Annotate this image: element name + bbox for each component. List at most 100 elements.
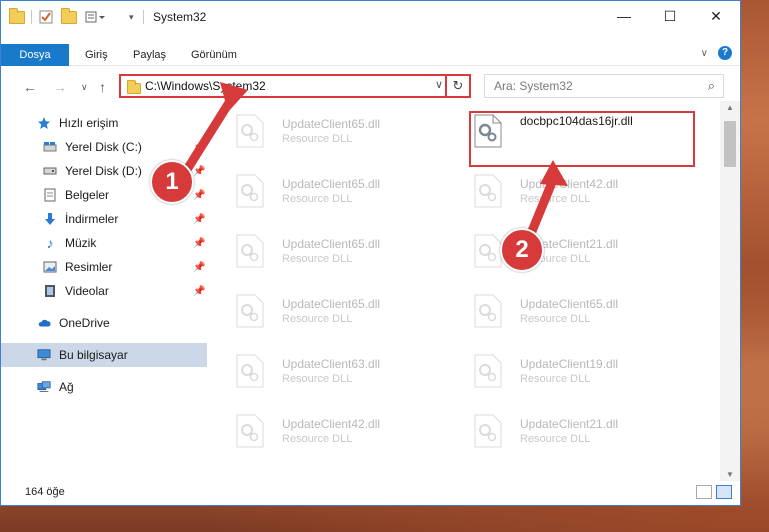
file-description: Resource DLL [520,373,591,385]
help-icon[interactable]: ? [718,46,732,60]
nav-item-label: İndirmeler [65,212,119,226]
file-name: UpdateClient65.dll [282,177,381,191]
dll-file-icon [236,114,264,148]
recent-locations-chevron-icon[interactable]: ∨ [81,82,88,93]
scroll-down-icon[interactable]: ▼ [720,470,740,479]
nav-item-label: Yerel Disk (D:) [65,164,142,178]
status-bar: 164 öğe [1,481,740,505]
nav-item-videos[interactable]: Videolar 📌 [1,279,207,303]
step-1-badge: 1 [150,160,194,204]
nav-network[interactable]: Ağ [1,375,207,399]
file-item[interactable]: UpdateClient65.dll Resource DLL [211,161,431,217]
download-arrow-icon [43,212,57,226]
large-icons-view-icon[interactable] [716,485,732,499]
explorer-window: ▾ System32 — ☐ ✕ Dosya Giriş Paylaş Görü… [0,0,741,506]
address-folder-icon [127,80,141,94]
search-input[interactable]: Ara: System32 ⌕ [484,74,724,98]
nav-item-label: Belgeler [65,188,110,202]
maximize-button[interactable]: ☐ [647,1,693,31]
address-path: C:\Windows\System32 [145,79,266,93]
file-item[interactable]: UpdateClient65.dll Resource DLL [211,281,431,337]
file-description: Resource DLL [282,313,353,325]
back-arrow-icon[interactable]: ← [23,79,37,95]
file-item[interactable]: UpdateClient21.dll Resource DLL [449,401,669,457]
nav-onedrive-label: OneDrive [59,316,110,330]
file-description: Resource DLL [282,433,353,445]
drive-icon [43,140,57,154]
file-name: UpdateClient19.dll [520,357,619,371]
nav-network-label: Ağ [59,380,74,394]
pin-icon[interactable]: 📌 [193,238,205,249]
dll-file-icon [236,234,264,268]
forward-arrow-icon[interactable]: → [53,79,67,95]
nav-item-label: Resimler [65,260,113,274]
pin-icon[interactable]: 📌 [193,166,205,177]
dll-file-icon [474,354,502,388]
nav-this-pc[interactable]: Bu bilgisayar [1,343,207,367]
dll-file-icon [236,174,264,208]
address-dropdown-icon[interactable]: ∨ [435,78,443,91]
music-note-icon: ♪ [46,235,54,251]
ribbon-expand-chevron-icon[interactable]: ∨ [701,48,708,59]
documents-icon [43,188,57,202]
file-name: UpdateClient63.dll [282,357,381,371]
scrollbar-thumb[interactable] [724,121,736,167]
file-item[interactable]: UpdateClient65.dll Resource DLL [211,101,431,157]
file-item[interactable]: UpdateClient42.dll Resource DLL [211,401,431,457]
pin-icon[interactable]: 📌 [193,286,205,297]
properties-check-icon[interactable] [39,9,53,25]
file-description: Resource DLL [520,313,591,325]
file-name: UpdateClient65.dll [282,297,381,311]
search-icon: ⌕ [707,78,715,93]
pictures-icon [43,260,57,274]
nav-item-downloads[interactable]: İndirmeler 📌 [1,207,207,231]
film-icon [43,284,57,298]
title-bar: ▾ System32 — ☐ ✕ [1,1,740,31]
refresh-icon[interactable]: ↻ [445,76,469,96]
file-item[interactable]: UpdateClient19.dll Resource DLL [449,341,669,397]
vertical-scrollbar[interactable]: ▲ ▼ [720,101,740,481]
pin-icon[interactable]: 📌 [193,142,205,153]
nav-item-local-disk-c[interactable]: Yerel Disk (C:) 📌 [1,135,207,159]
pin-icon[interactable]: 📌 [193,190,205,201]
dll-file-icon [474,174,502,208]
nav-item-label: Müzik [65,236,97,250]
up-arrow-icon[interactable]: ↑ [99,79,106,95]
file-item[interactable]: UpdateClient21.dll Resource DLL [449,221,669,277]
file-item[interactable]: UpdateClient65.dll Resource DLL [449,281,669,337]
pin-icon[interactable]: 📌 [193,214,205,225]
file-name: UpdateClient21.dll [520,417,619,431]
minimize-button[interactable]: — [601,1,647,31]
file-name: UpdateClient42.dll [520,177,619,191]
tab-share[interactable]: Paylaş [133,44,166,66]
nav-quick-access[interactable]: Hızlı erişim [1,111,207,135]
nav-onedrive[interactable]: OneDrive [1,311,207,335]
separator [143,9,144,25]
quick-access-dropdown-icon[interactable]: ▾ [129,9,134,25]
customize-toolbar-icon[interactable] [85,9,107,25]
dll-file-icon [236,294,264,328]
ribbon: Dosya Giriş Paylaş Görünüm ∨ ? [1,31,740,66]
file-name: UpdateClient65.dll [520,297,619,311]
details-view-icon[interactable] [696,485,712,499]
tab-view[interactable]: Görünüm [191,44,237,66]
nav-item-pictures[interactable]: Resimler 📌 [1,255,207,279]
drive-icon [43,164,57,178]
window-title: System32 [153,10,207,24]
window-folder-icon [9,7,25,25]
nav-item-label: Videolar [65,284,109,298]
address-bar[interactable]: C:\Windows\System32 ∨ ↻ [119,74,471,98]
close-button[interactable]: ✕ [693,1,739,31]
file-item[interactable]: UpdateClient42.dll Resource DLL [449,161,669,217]
file-item[interactable]: UpdateClient63.dll Resource DLL [211,341,431,397]
dll-file-icon [236,414,264,448]
tab-home[interactable]: Giriş [85,44,108,66]
file-item[interactable]: UpdateClient65.dll Resource DLL [211,221,431,277]
nav-item-music[interactable]: ♪ Müzik 📌 [1,231,207,255]
pin-icon[interactable]: 📌 [193,262,205,273]
dll-file-icon [236,354,264,388]
scroll-up-icon[interactable]: ▲ [720,103,740,112]
new-folder-icon[interactable] [61,7,77,25]
file-description: Resource DLL [282,193,353,205]
tab-file[interactable]: Dosya [1,44,69,66]
